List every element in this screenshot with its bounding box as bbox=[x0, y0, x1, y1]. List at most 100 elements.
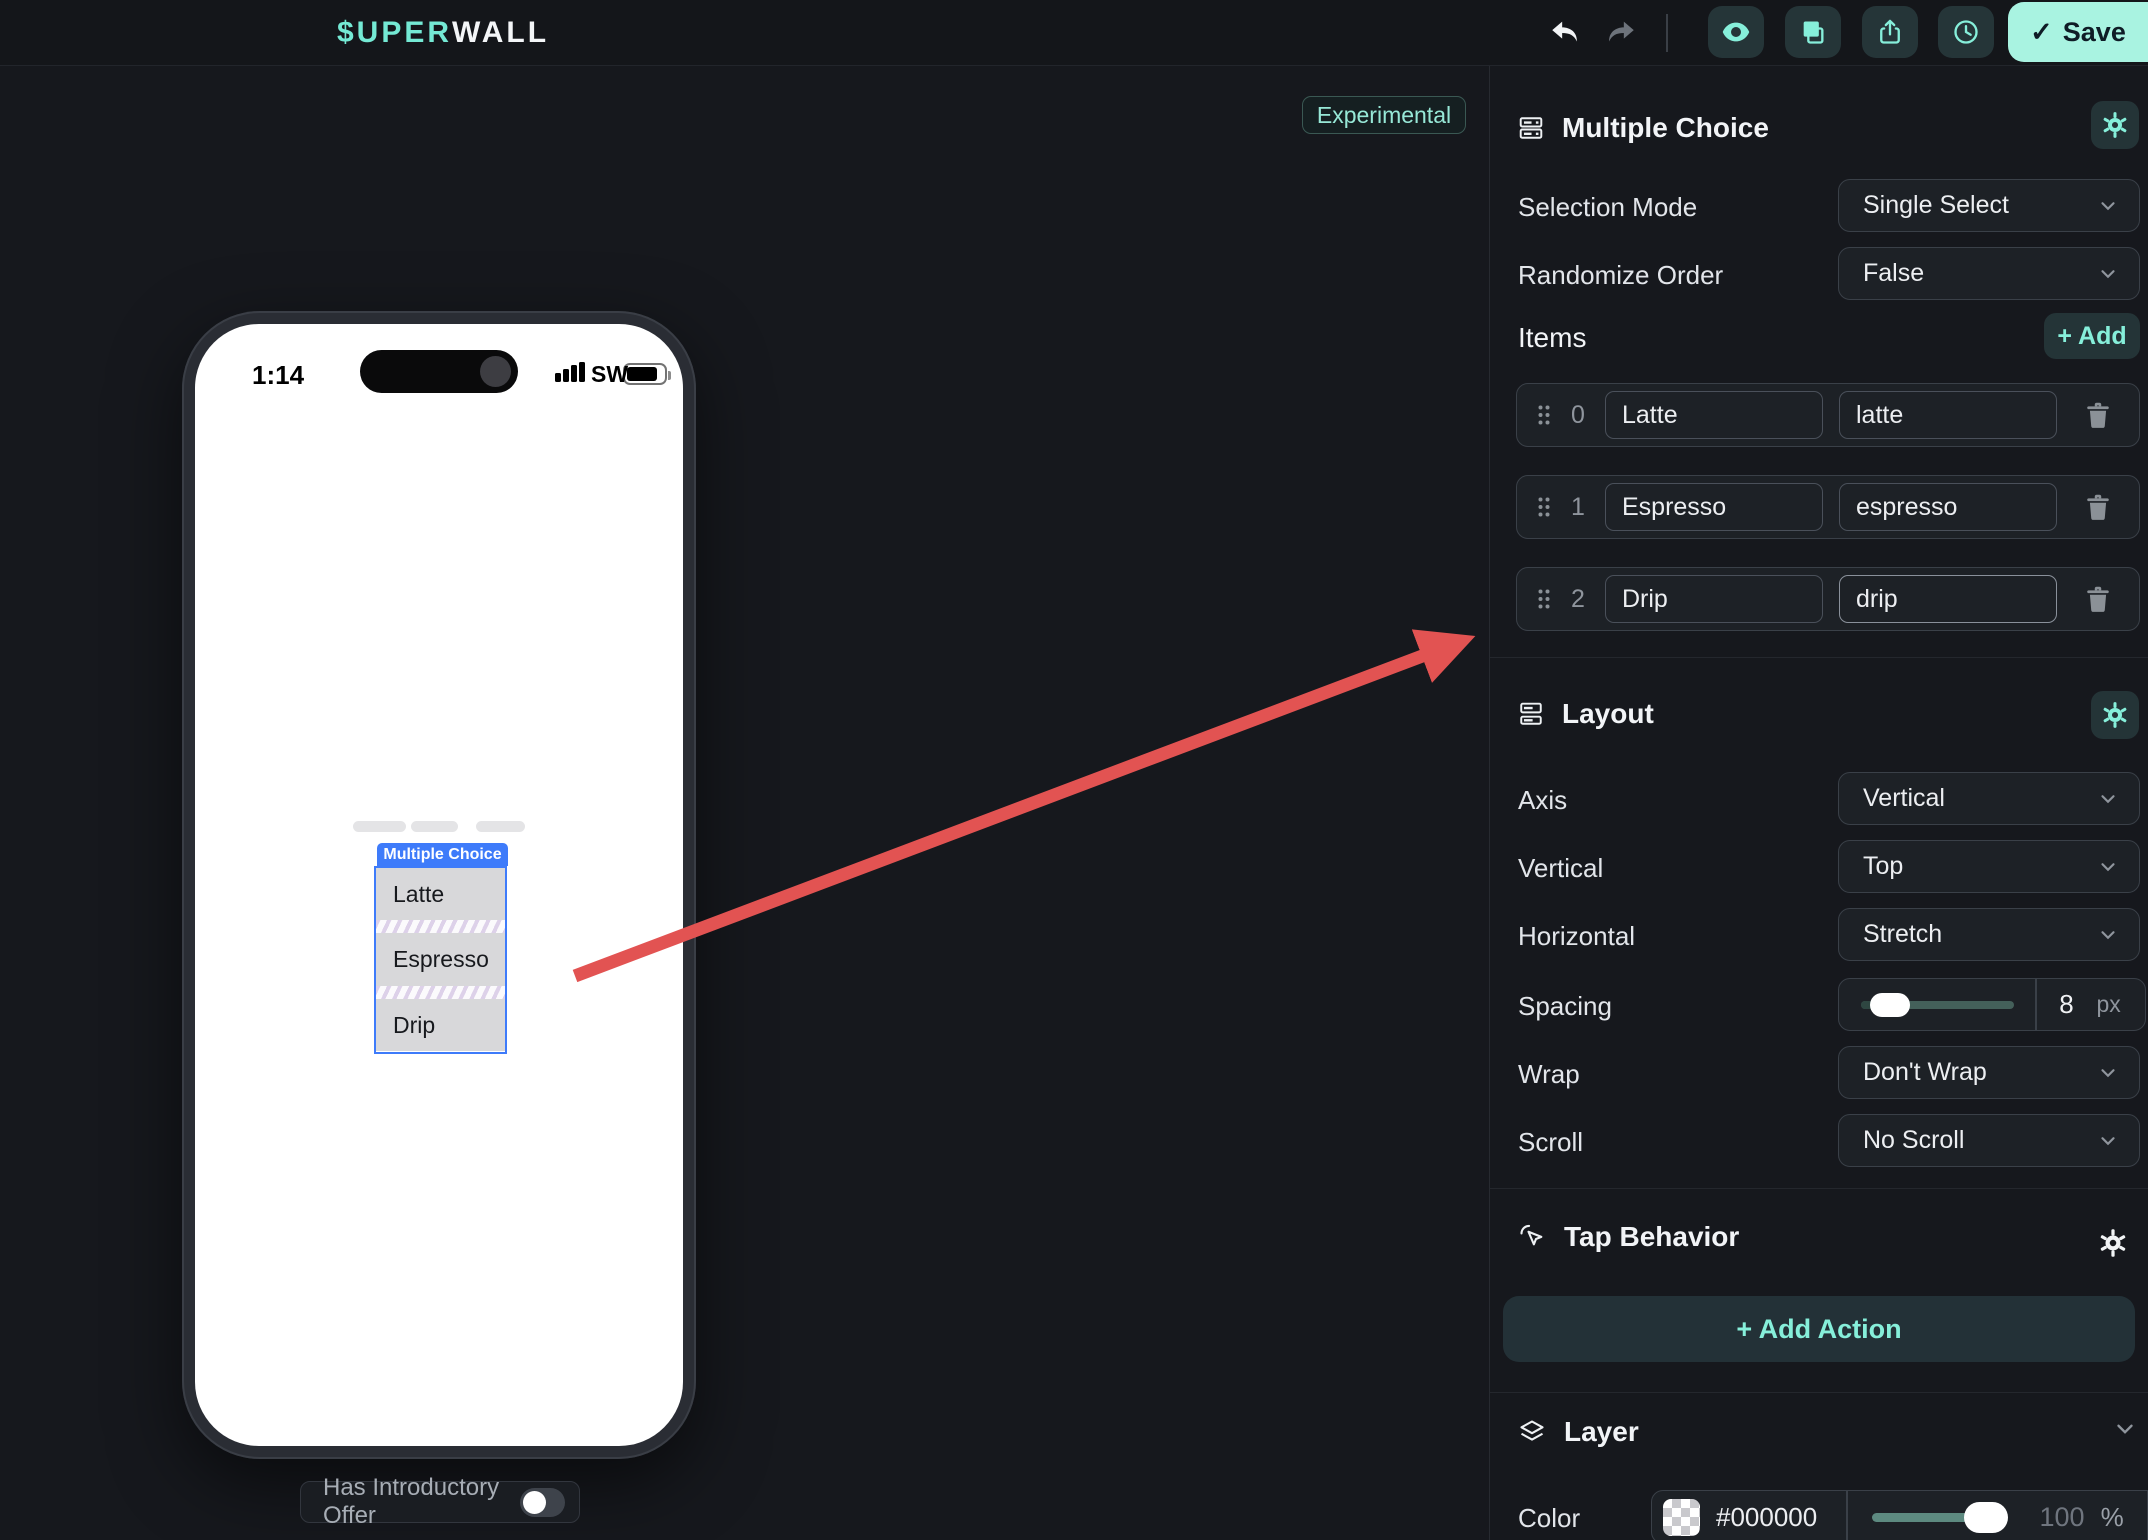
chevron-down-icon bbox=[2101, 1068, 2115, 1077]
choice-option-drip[interactable]: Drip bbox=[376, 999, 505, 1051]
horizontal-dropdown[interactable]: Stretch bbox=[1838, 908, 2140, 961]
layout-settings-button[interactable] bbox=[2091, 691, 2139, 739]
item-value-input[interactable] bbox=[1839, 483, 2057, 531]
section-divider bbox=[1490, 1392, 2148, 1393]
axis-dropdown[interactable]: Vertical bbox=[1838, 772, 2140, 825]
redo-icon[interactable] bbox=[1604, 16, 1638, 50]
placeholder-pill bbox=[353, 821, 406, 832]
spacing-slider[interactable] bbox=[1861, 992, 2014, 1017]
opacity-slider[interactable] bbox=[1871, 1501, 2008, 1533]
multiple-choice-section-header: Multiple Choice bbox=[1518, 112, 1769, 144]
placeholder-pill bbox=[476, 821, 525, 832]
superwall-editor: $UPER WALL ✓ Save Experimental 1:14 SW M… bbox=[0, 0, 2148, 1540]
choice-option-espresso[interactable]: Espresso bbox=[376, 933, 505, 986]
intro-offer-control: Has Introductory Offer bbox=[300, 1474, 580, 1529]
chevron-down-icon bbox=[2101, 862, 2115, 871]
chevron-down-icon bbox=[2101, 1136, 2115, 1145]
opacity-value[interactable]: 100 bbox=[2040, 1502, 2085, 1533]
undo-icon[interactable] bbox=[1548, 16, 1582, 50]
section-divider bbox=[1490, 657, 2148, 658]
widget-tag-label: Multiple Choice bbox=[383, 845, 502, 863]
choice-option-latte[interactable]: Latte bbox=[376, 868, 505, 920]
wrap-dropdown[interactable]: Don't Wrap bbox=[1838, 1046, 2140, 1099]
copy-icon bbox=[1803, 21, 1824, 44]
gear-icon bbox=[2103, 702, 2127, 728]
layout-icon bbox=[1520, 702, 1542, 725]
item-label-input[interactable] bbox=[1605, 391, 1823, 439]
multiple-choice-title: Multiple Choice bbox=[1562, 112, 1769, 143]
vertical-label: Vertical bbox=[1518, 853, 1604, 883]
layer-collapse-chevron-icon[interactable] bbox=[2112, 1416, 2138, 1442]
spacing-unit: px bbox=[2096, 991, 2121, 1017]
tap-behavior-settings-icon[interactable] bbox=[2098, 1228, 2128, 1258]
item-label-input[interactable] bbox=[1605, 483, 1823, 531]
layout-section-header: Layout bbox=[1518, 698, 1654, 730]
drag-handle-icon[interactable] bbox=[1537, 496, 1551, 518]
battery-icon bbox=[623, 363, 671, 385]
item-value-input[interactable] bbox=[1839, 391, 2057, 439]
layout-title: Layout bbox=[1562, 698, 1654, 729]
layers-icon bbox=[1520, 1420, 1544, 1441]
save-check-icon: ✓ bbox=[2030, 16, 2053, 47]
toolbar-divider bbox=[1666, 14, 1668, 52]
scroll-value: No Scroll bbox=[1863, 1126, 1965, 1154]
eye-icon bbox=[1722, 22, 1750, 42]
history-clock-icon bbox=[1954, 20, 1978, 44]
share-button[interactable] bbox=[1862, 6, 1918, 58]
opacity-slider-thumb[interactable] bbox=[1963, 1501, 2008, 1533]
item-label-input[interactable] bbox=[1605, 575, 1823, 623]
add-action-button[interactable]: + Add Action bbox=[1503, 1296, 2135, 1362]
gear-icon bbox=[2103, 112, 2127, 138]
color-hex-value[interactable]: #000000 bbox=[1716, 1502, 1846, 1533]
spacing-slider-thumb[interactable] bbox=[1870, 992, 1910, 1017]
vertical-dropdown[interactable]: Top bbox=[1838, 840, 2140, 893]
intro-offer-toggle[interactable] bbox=[520, 1487, 565, 1517]
tap-behavior-title: Tap Behavior bbox=[1564, 1221, 1740, 1252]
selection-mode-value: Single Select bbox=[1863, 191, 2009, 219]
signal-bars-icon bbox=[555, 362, 585, 382]
randomize-order-label: Randomize Order bbox=[1518, 260, 1724, 290]
item-value-input[interactable] bbox=[1839, 575, 2057, 623]
drag-handle-icon[interactable] bbox=[1537, 404, 1551, 426]
camera-dot bbox=[480, 356, 511, 387]
top-bar: $UPER WALL ✓ Save bbox=[0, 0, 2148, 66]
scroll-dropdown[interactable]: No Scroll bbox=[1838, 1114, 2140, 1167]
experimental-badge-label: Experimental bbox=[1316, 101, 1452, 128]
experimental-badge: Experimental bbox=[1302, 96, 1466, 134]
chevron-down-icon bbox=[2101, 930, 2115, 939]
logo-rest-text: WALL bbox=[452, 16, 550, 49]
intro-offer-label: Has Introductory Offer bbox=[323, 1474, 500, 1529]
horizontal-label: Horizontal bbox=[1518, 921, 1636, 951]
item-index: 1 bbox=[1571, 492, 1585, 521]
item-index: 2 bbox=[1571, 584, 1585, 613]
randomize-order-dropdown[interactable]: False bbox=[1838, 247, 2140, 300]
item-row-1: 1 bbox=[1516, 475, 2140, 539]
item-row-2: 2 bbox=[1516, 567, 2140, 631]
history-button[interactable] bbox=[1938, 6, 1994, 58]
axis-value: Vertical bbox=[1863, 784, 1945, 812]
selection-mode-dropdown[interactable]: Single Select bbox=[1838, 179, 2140, 232]
multiple-choice-widget[interactable]: Latte Espresso Drip bbox=[374, 866, 507, 1054]
drag-handle-icon[interactable] bbox=[1537, 588, 1551, 610]
item-index: 0 bbox=[1571, 400, 1585, 429]
share-icon bbox=[1880, 19, 1900, 44]
chevron-down-icon bbox=[2101, 794, 2115, 803]
delete-item-icon[interactable] bbox=[2085, 401, 2111, 429]
color-swatch[interactable] bbox=[1663, 1498, 1700, 1536]
multiple-choice-settings-button[interactable] bbox=[2091, 101, 2139, 149]
delete-item-icon[interactable] bbox=[2085, 585, 2111, 613]
inspector-panel: Multiple Choice Selection Mode Single Se… bbox=[1489, 66, 2148, 1540]
selection-mode-label: Selection Mode bbox=[1518, 192, 1698, 222]
spacing-stripe bbox=[376, 986, 505, 999]
duplicate-button[interactable] bbox=[1785, 6, 1841, 58]
delete-item-icon[interactable] bbox=[2085, 493, 2111, 521]
item-row-0: 0 bbox=[1516, 383, 2140, 447]
preview-button[interactable] bbox=[1708, 6, 1764, 58]
layer-section-header: Layer bbox=[1518, 1416, 1639, 1448]
save-button[interactable]: ✓ Save bbox=[2008, 2, 2148, 62]
spacing-value[interactable]: 8 bbox=[2037, 989, 2097, 1020]
add-item-button[interactable]: + Add bbox=[2044, 313, 2140, 359]
toggle-knob bbox=[523, 1490, 546, 1514]
randomize-order-value: False bbox=[1863, 259, 1925, 287]
items-label: Items bbox=[1518, 322, 1587, 353]
